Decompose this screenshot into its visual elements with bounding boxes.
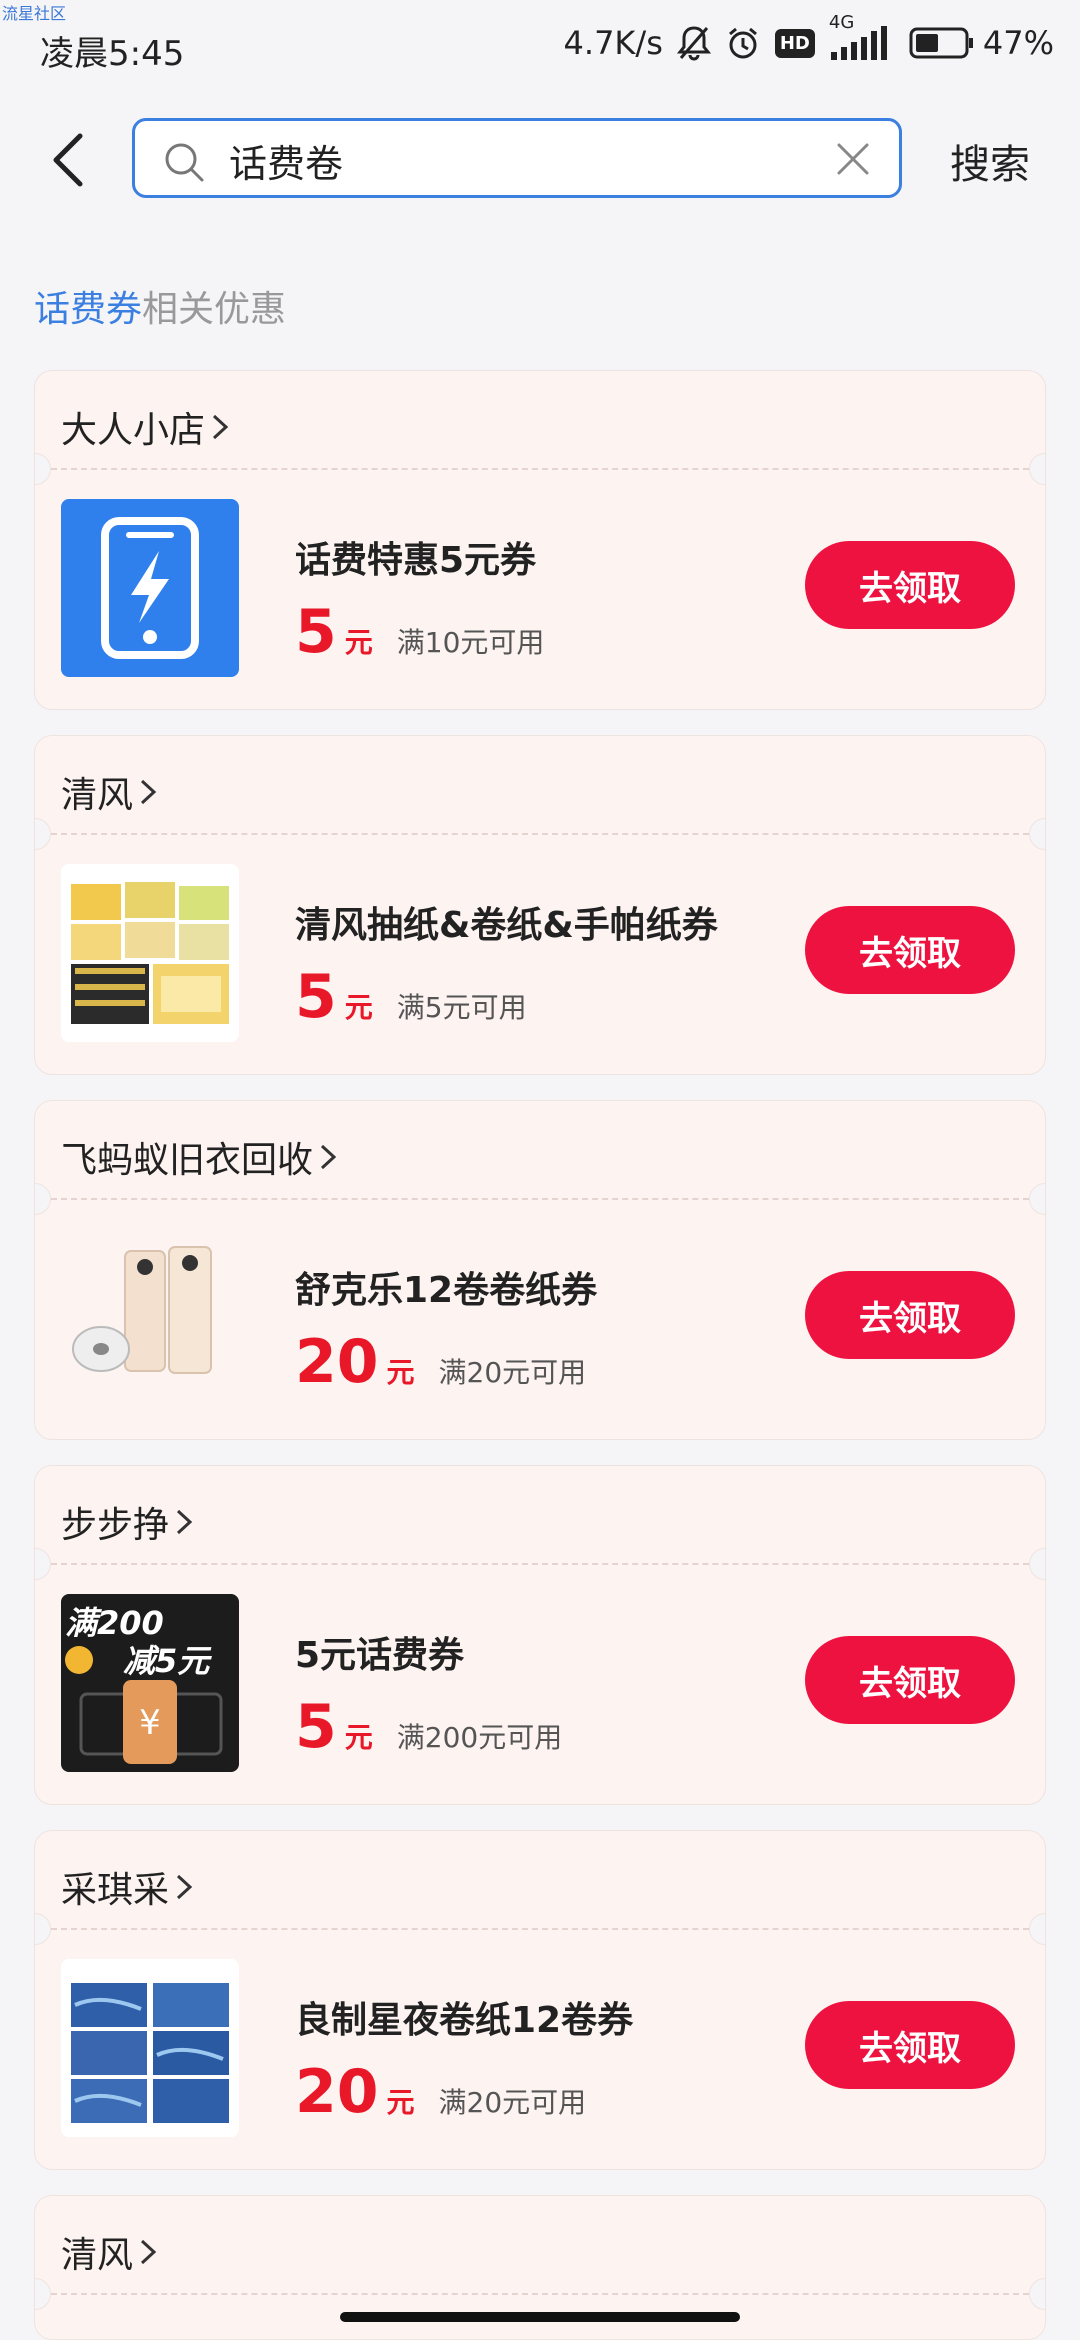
starry-tissue-image[interactable] xyxy=(61,1959,239,2137)
amount-unit: 元 xyxy=(386,2086,415,2119)
ticket-notch xyxy=(35,1548,51,1580)
amount-unit: 元 xyxy=(386,1356,415,1389)
ticket-notch xyxy=(35,818,51,850)
status-bar: 凌晨5:45 4.7K/s HD 4G 47% xyxy=(0,0,1080,96)
coupon-title: 话费特惠5元券 xyxy=(295,540,537,581)
shop-name: 大人小店 xyxy=(61,410,206,451)
amount-value: 5 xyxy=(295,962,337,1032)
divider xyxy=(51,468,1029,470)
battery-percent: 47% xyxy=(982,24,1054,62)
back-arrow-icon[interactable] xyxy=(44,130,94,190)
hd-icon: HD xyxy=(774,28,815,58)
claim-button[interactable]: 去领取 xyxy=(805,1271,1015,1359)
coupon-card: 清风 清风抽纸&卷纸&手帕纸券 5 元 满5元可用 去领取 xyxy=(34,735,1046,1075)
network-type: 4G xyxy=(828,12,855,33)
chevron-right-icon xyxy=(213,414,229,440)
chevron-right-icon xyxy=(177,1874,193,1900)
coupon-title: 舒克乐12卷卷纸券 xyxy=(295,1270,598,1311)
amount-value: 20 xyxy=(295,2057,379,2127)
shop-name: 清风 xyxy=(61,2235,134,2276)
toilet-roll-image[interactable] xyxy=(61,1229,239,1407)
chevron-right-icon xyxy=(177,1509,193,1535)
status-time: 凌晨5:45 xyxy=(40,34,185,74)
search-icon xyxy=(163,141,205,187)
coupon-condition: 满20元可用 xyxy=(438,1356,587,1389)
amount-unit: 元 xyxy=(344,1721,373,1754)
ticket-notch xyxy=(35,453,51,485)
home-indicator[interactable] xyxy=(340,2312,740,2322)
shop-name: 飞蚂蚁旧衣回收 xyxy=(61,1140,314,1181)
ticket-notch xyxy=(1029,453,1045,485)
tissue-boxes-image[interactable] xyxy=(61,864,239,1042)
divider xyxy=(51,1928,1029,1930)
promo-coupon-image[interactable]: 满200 减5元 ¥ xyxy=(61,1594,239,1772)
claim-button[interactable]: 去领取 xyxy=(805,906,1015,994)
divider xyxy=(51,833,1029,835)
shop-link[interactable]: 步步挣 xyxy=(61,1496,193,1548)
phone-charge-icon[interactable] xyxy=(61,499,239,677)
amount-unit: 元 xyxy=(344,626,373,659)
ticket-notch xyxy=(35,1183,51,1215)
coupon-amount: 20 元 满20元可用 xyxy=(295,2057,586,2127)
coupon-title: 良制星夜卷纸12卷券 xyxy=(295,2000,634,2041)
ticket-notch xyxy=(35,2278,51,2310)
claim-button[interactable]: 去领取 xyxy=(805,1636,1015,1724)
shop-link[interactable]: 采琪采 xyxy=(61,1861,193,1913)
amount-unit: 元 xyxy=(344,991,373,1024)
coupon-amount: 5 元 满200元可用 xyxy=(295,1692,562,1762)
coupon-amount: 5 元 满10元可用 xyxy=(295,597,544,667)
ticket-notch xyxy=(1029,1913,1045,1945)
alarm-icon xyxy=(725,25,761,61)
claim-button[interactable]: 去领取 xyxy=(805,2001,1015,2089)
coupon-card: 采琪采 良制星夜卷纸12卷券 20 元 满20元可用 去领取 xyxy=(34,1830,1046,2170)
section-keyword: 话费券 xyxy=(34,289,143,330)
network-speed: 4.7K/s xyxy=(563,24,663,62)
divider xyxy=(51,1563,1029,1565)
shop-link[interactable]: 清风 xyxy=(61,766,157,818)
claim-button[interactable]: 去领取 xyxy=(805,541,1015,629)
search-button[interactable]: 搜索 xyxy=(950,132,1030,190)
search-input[interactable] xyxy=(227,131,831,189)
shop-link[interactable]: 大人小店 xyxy=(61,401,229,453)
coupon-condition: 满20元可用 xyxy=(438,2086,587,2119)
chevron-right-icon xyxy=(321,1144,337,1170)
coupon-amount: 5 元 满5元可用 xyxy=(295,962,527,1032)
chevron-right-icon xyxy=(141,2239,157,2265)
section-suffix: 相关优惠 xyxy=(142,289,287,330)
coupon-condition: 满10元可用 xyxy=(396,626,545,659)
amount-value: 5 xyxy=(295,597,337,667)
coupon-title: 5元话费券 xyxy=(295,1635,465,1676)
coupon-card: 飞蚂蚁旧衣回收 舒克乐12卷卷纸券 20 元 满20元可用 去领取 xyxy=(34,1100,1046,1440)
ticket-notch xyxy=(1029,1548,1045,1580)
clear-icon[interactable] xyxy=(835,141,871,181)
amount-value: 5 xyxy=(295,1692,337,1762)
signal-icon: 4G xyxy=(829,12,895,60)
coupon-card: 大人小店 话费特惠5元券 5 元 满10元可用 去领取 xyxy=(34,370,1046,710)
battery-indicator: 47% xyxy=(909,24,1054,62)
shop-link[interactable]: 清风 xyxy=(61,2226,157,2278)
ticket-notch xyxy=(1029,2278,1045,2310)
svg-text:¥: ¥ xyxy=(139,1703,161,1743)
coupon-title: 清风抽纸&卷纸&手帕纸券 xyxy=(295,905,718,946)
section-title: 话费券相关优惠 xyxy=(34,280,286,332)
ticket-notch xyxy=(1029,818,1045,850)
divider xyxy=(51,2293,1029,2295)
ticket-notch xyxy=(35,1913,51,1945)
search-box[interactable] xyxy=(132,118,902,198)
mute-bell-icon xyxy=(676,25,711,61)
shop-link[interactable]: 飞蚂蚁旧衣回收 xyxy=(61,1131,337,1183)
search-header: 搜索 xyxy=(0,110,1080,210)
chevron-right-icon xyxy=(141,779,157,805)
coupon-condition: 满5元可用 xyxy=(396,991,527,1024)
coupon-amount: 20 元 满20元可用 xyxy=(295,1327,586,1397)
coupon-card: 步步挣 满200 减5元 ¥ 5元话费券 5 元 满200元可用 去领取 xyxy=(34,1465,1046,1805)
divider xyxy=(51,1198,1029,1200)
shop-name: 步步挣 xyxy=(61,1505,170,1546)
shop-name: 采琪采 xyxy=(61,1870,170,1911)
ticket-notch xyxy=(1029,1183,1045,1215)
amount-value: 20 xyxy=(295,1327,379,1397)
shop-name: 清风 xyxy=(61,775,134,816)
coupon-condition: 满200元可用 xyxy=(396,1721,563,1754)
